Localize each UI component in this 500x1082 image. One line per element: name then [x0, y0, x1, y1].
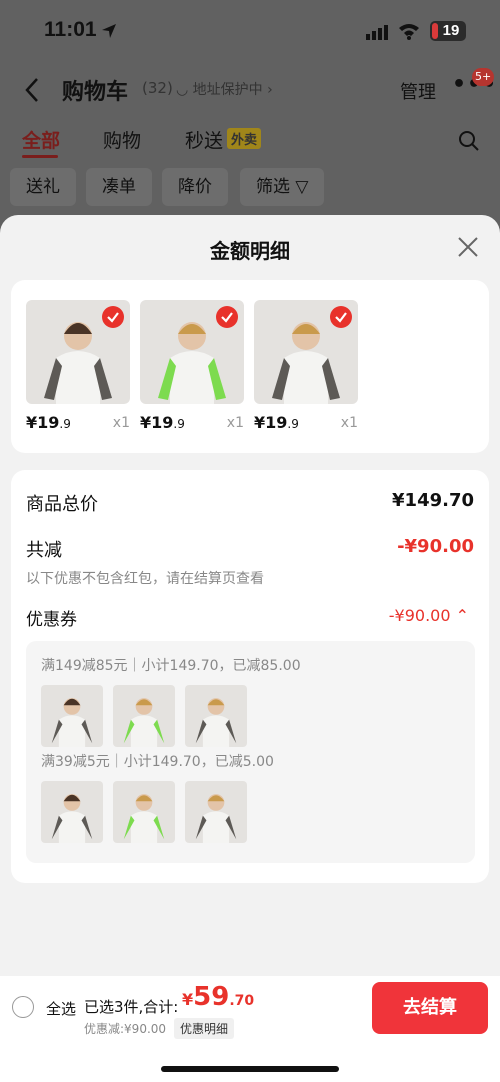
close-icon[interactable] — [456, 235, 480, 259]
coupon-product-thumbnail — [41, 685, 103, 747]
discount-summary: 优惠减:¥90.00 — [84, 1022, 167, 1036]
cart-tabs: 全部 购物 秒送 外卖 — [0, 126, 500, 160]
select-all-label[interactable]: 全选 — [46, 998, 76, 1019]
total-currency: ¥ — [182, 990, 194, 1009]
product-quantity: x1 — [226, 415, 244, 431]
takeout-tag: 外卖 — [227, 128, 262, 149]
checked-icon[interactable] — [102, 306, 124, 328]
product-quantity: x1 — [340, 415, 358, 431]
discount-detail-button[interactable]: 优惠明细 — [174, 1018, 235, 1039]
address-protection-link[interactable]: ◡ 地址保护中 › — [176, 79, 273, 99]
product-quantity: x1 — [112, 415, 130, 431]
message-badge: 5+ — [472, 68, 495, 86]
chip-gift[interactable]: 送礼 — [10, 168, 76, 206]
coupon-toggle[interactable]: -¥90.00 ⌃ — [389, 606, 469, 625]
cart-nav-bar: 购物车 (32) ◡ 地址保护中 › 管理 ••• 5+ — [0, 68, 500, 110]
location-arrow-icon — [102, 24, 116, 38]
page-title: 购物车 — [62, 80, 129, 105]
checkout-button[interactable]: 去结算 — [372, 982, 488, 1034]
home-indicator — [161, 1066, 339, 1072]
tab-underline — [22, 155, 58, 158]
discount-hint: 以下优惠不包含红包，请在结算页查看 — [26, 571, 264, 587]
dimmed-background: 11:01 19 购物车 (32) ◡ 地址保护中 › 管理 ••• 5+ 全部… — [0, 0, 500, 240]
cellular-signal-icon — [366, 25, 388, 40]
coupon-details: 满149减85元｜小计149.70，已减85.00 满39减5元｜小计149.7… — [26, 641, 475, 863]
chip-bundle[interactable]: 凑单 — [86, 168, 152, 206]
manage-button[interactable]: 管理 — [400, 78, 436, 104]
chip-filter[interactable]: 筛选 ▽ — [240, 168, 325, 206]
battery-percent: 19 — [442, 22, 460, 39]
tab-instant-delivery-label: 秒送 — [185, 130, 224, 152]
total-integer: 59 — [193, 982, 230, 1012]
price-main: ¥19 — [140, 413, 174, 432]
filter-chips: 送礼 凑单 降价 筛选 ▽ — [0, 168, 500, 206]
product-price: ¥19.9 — [254, 413, 299, 432]
search-icon[interactable] — [458, 130, 480, 152]
back-arrow-icon[interactable] — [22, 76, 42, 104]
coupon-rule: 满39减5元｜小计149.70，已减5.00 — [41, 754, 274, 770]
tab-instant-delivery[interactable]: 秒送 外卖 — [185, 126, 262, 153]
coupon-product-thumbnail — [113, 685, 175, 747]
chip-price-drop[interactable]: 降价 — [162, 168, 228, 206]
checked-icon[interactable] — [216, 306, 238, 328]
tab-all[interactable]: 全部 — [22, 126, 60, 153]
price-main: ¥19 — [26, 413, 60, 432]
price-decimal: .9 — [173, 417, 185, 431]
price-main: ¥19 — [254, 413, 288, 432]
product-price: ¥19.9 — [140, 413, 185, 432]
subtotal-label: 商品总价 — [26, 494, 98, 515]
status-time: 11:01 — [44, 18, 97, 41]
checked-icon[interactable] — [330, 306, 352, 328]
coupon-product-thumbnail — [185, 781, 247, 843]
coupon-label: 优惠券 — [26, 610, 77, 630]
price-decimal: .9 — [287, 417, 299, 431]
cart-count: (32) — [142, 79, 173, 97]
select-all-radio[interactable] — [12, 996, 34, 1018]
total-reduction-value: -¥90.00 — [397, 536, 474, 557]
total-price: ¥59.70 — [182, 982, 254, 1012]
coupon-product-thumbnail — [41, 781, 103, 843]
amount-detail-sheet: 金额明细 ¥19.9 x1 ¥19.9 x1 ¥19.9 x1 商品总价 ¥14… — [0, 215, 500, 1082]
checkout-bar: 全选 已选3件,合计: ¥59.70 优惠减:¥90.00 优惠明细 去结算 — [0, 976, 500, 1082]
selected-count: 已选3件,合计: — [84, 998, 179, 1016]
subtotal-value: ¥149.70 — [392, 490, 474, 511]
coupon-rule: 满149减85元｜小计149.70，已减85.00 — [41, 658, 301, 674]
tab-shopping[interactable]: 购物 — [103, 126, 141, 153]
coupon-product-thumbnail — [185, 685, 247, 747]
total-reduction-label: 共减 — [26, 540, 62, 561]
total-decimal: .70 — [229, 993, 255, 1009]
price-decimal: .9 — [59, 417, 71, 431]
coupon-product-thumbnail — [113, 781, 175, 843]
wifi-icon — [399, 24, 419, 40]
status-bar: 11:01 19 — [0, 16, 500, 52]
selected-products-card: ¥19.9 x1 ¥19.9 x1 ¥19.9 x1 — [11, 280, 489, 453]
product-price: ¥19.9 — [26, 413, 71, 432]
battery-indicator: 19 — [430, 21, 466, 41]
price-breakdown-card: 商品总价 ¥149.70 共减 -¥90.00 以下优惠不包含红包，请在结算页查… — [11, 470, 489, 883]
sheet-title: 金额明细 — [210, 239, 290, 263]
